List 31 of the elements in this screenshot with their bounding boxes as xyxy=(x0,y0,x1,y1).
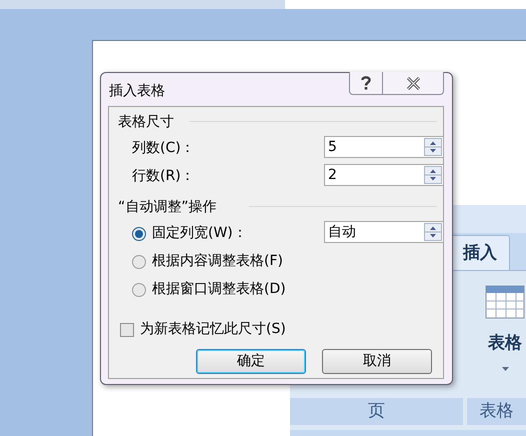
table-button-label[interactable]: 表格 xyxy=(488,331,522,356)
spin-arrows-icon[interactable] xyxy=(424,166,442,184)
close-button[interactable] xyxy=(383,72,444,95)
spin-arrows-icon[interactable] xyxy=(424,138,442,156)
cancel-button[interactable]: 取消 xyxy=(322,349,432,374)
spin-field[interactable]: 5 xyxy=(324,136,444,158)
section-title: “自动调整”操作 xyxy=(118,198,217,217)
radio-label[interactable]: 根据窗口调整表格(D) xyxy=(152,279,286,300)
ok-button[interactable]: 确定 xyxy=(196,349,306,374)
window-title: 插入表格 xyxy=(109,82,165,101)
field-label: 行数(R)： xyxy=(132,167,195,186)
checkbox[interactable] xyxy=(120,322,134,336)
close-icon xyxy=(406,76,420,90)
help-button[interactable] xyxy=(349,72,383,95)
spin-field[interactable]: 2 xyxy=(324,164,444,186)
ribbon-tab[interactable]: 插入 xyxy=(450,235,510,271)
spin-arrows-icon[interactable] xyxy=(424,223,442,241)
spin-field[interactable]: 自动 xyxy=(324,221,444,243)
radio-label[interactable]: 根据内容调整表格(F) xyxy=(152,251,283,272)
radio-label[interactable]: 固定列宽(W)： xyxy=(152,223,247,244)
group-label: 表格 xyxy=(467,398,526,425)
table-icon[interactable] xyxy=(485,285,525,321)
section-title: 表格尺寸 xyxy=(118,113,174,132)
field-label: 列数(C)： xyxy=(132,139,195,158)
radio-button[interactable] xyxy=(132,226,146,240)
caret-icon xyxy=(502,366,508,370)
radio-button[interactable] xyxy=(132,282,146,296)
help-icon xyxy=(360,75,372,91)
radio-button[interactable] xyxy=(132,254,146,268)
group-label: 页 xyxy=(290,398,463,425)
checkbox-label[interactable]: 为新表格记忆此尺寸(S) xyxy=(140,319,286,340)
